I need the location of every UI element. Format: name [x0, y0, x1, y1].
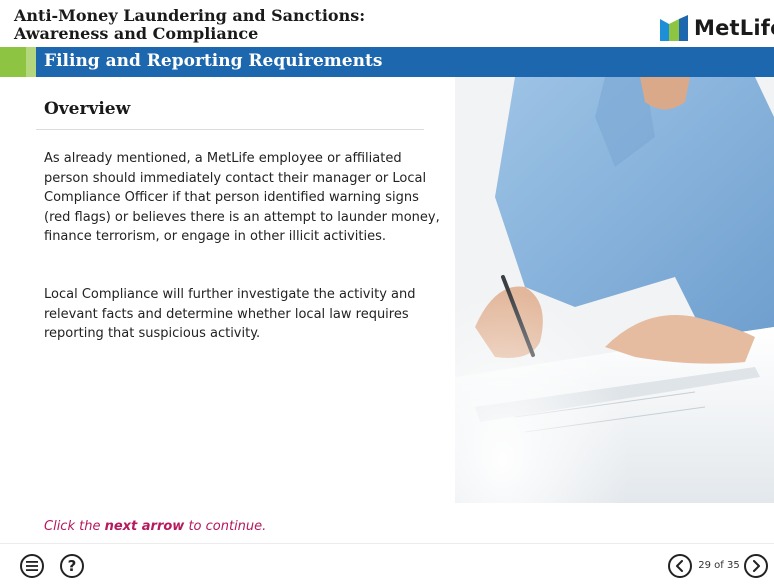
- previous-button[interactable]: [668, 554, 692, 578]
- course-header: Anti-Money Laundering and Sanctions: Awa…: [0, 0, 774, 47]
- body-paragraph-1: As already mentioned, a MetLife employee…: [44, 151, 440, 244]
- section-title: Filing and Reporting Requirements: [44, 51, 383, 71]
- prompt-prefix: Click the: [44, 519, 105, 534]
- section-bar-accent: [0, 47, 26, 77]
- overview-heading: Overview: [44, 99, 131, 119]
- chevron-left-icon: [676, 560, 683, 572]
- hands-writing-illustration: [455, 77, 774, 503]
- body-paragraph-2: Local Compliance will further investigat…: [44, 287, 416, 341]
- course-title-line1: Anti-Money Laundering and Sanctions:: [14, 6, 366, 25]
- section-bar: Filing and Reporting Requirements: [0, 47, 774, 77]
- prompt-emphasis: next arrow: [104, 519, 185, 534]
- heading-divider: [36, 129, 424, 130]
- chevron-right-icon: [753, 560, 760, 572]
- help-button[interactable]: ?: [60, 554, 84, 578]
- metlife-logo-text: MetLife: [694, 16, 774, 40]
- footer-divider: [0, 543, 774, 544]
- course-title-line2: Awareness and Compliance: [14, 24, 259, 43]
- next-button[interactable]: [744, 554, 768, 578]
- slide-content: Overview As already mentioned, a MetLife…: [0, 77, 455, 517]
- metlife-logo: MetLife: [660, 14, 774, 42]
- course-title: Anti-Money Laundering and Sanctions: Awa…: [14, 7, 454, 43]
- section-bar-accent-light: [26, 47, 36, 77]
- menu-button[interactable]: [20, 554, 44, 578]
- help-icon: ?: [67, 557, 77, 575]
- continue-prompt: Click the next arrow to continue.: [44, 519, 266, 534]
- metlife-logo-mark-icon: [660, 15, 688, 41]
- page-counter: 29 of 35: [698, 560, 740, 571]
- hands-writing-photo: [455, 77, 774, 503]
- prompt-suffix: to continue.: [184, 519, 267, 534]
- menu-icon: [26, 561, 38, 571]
